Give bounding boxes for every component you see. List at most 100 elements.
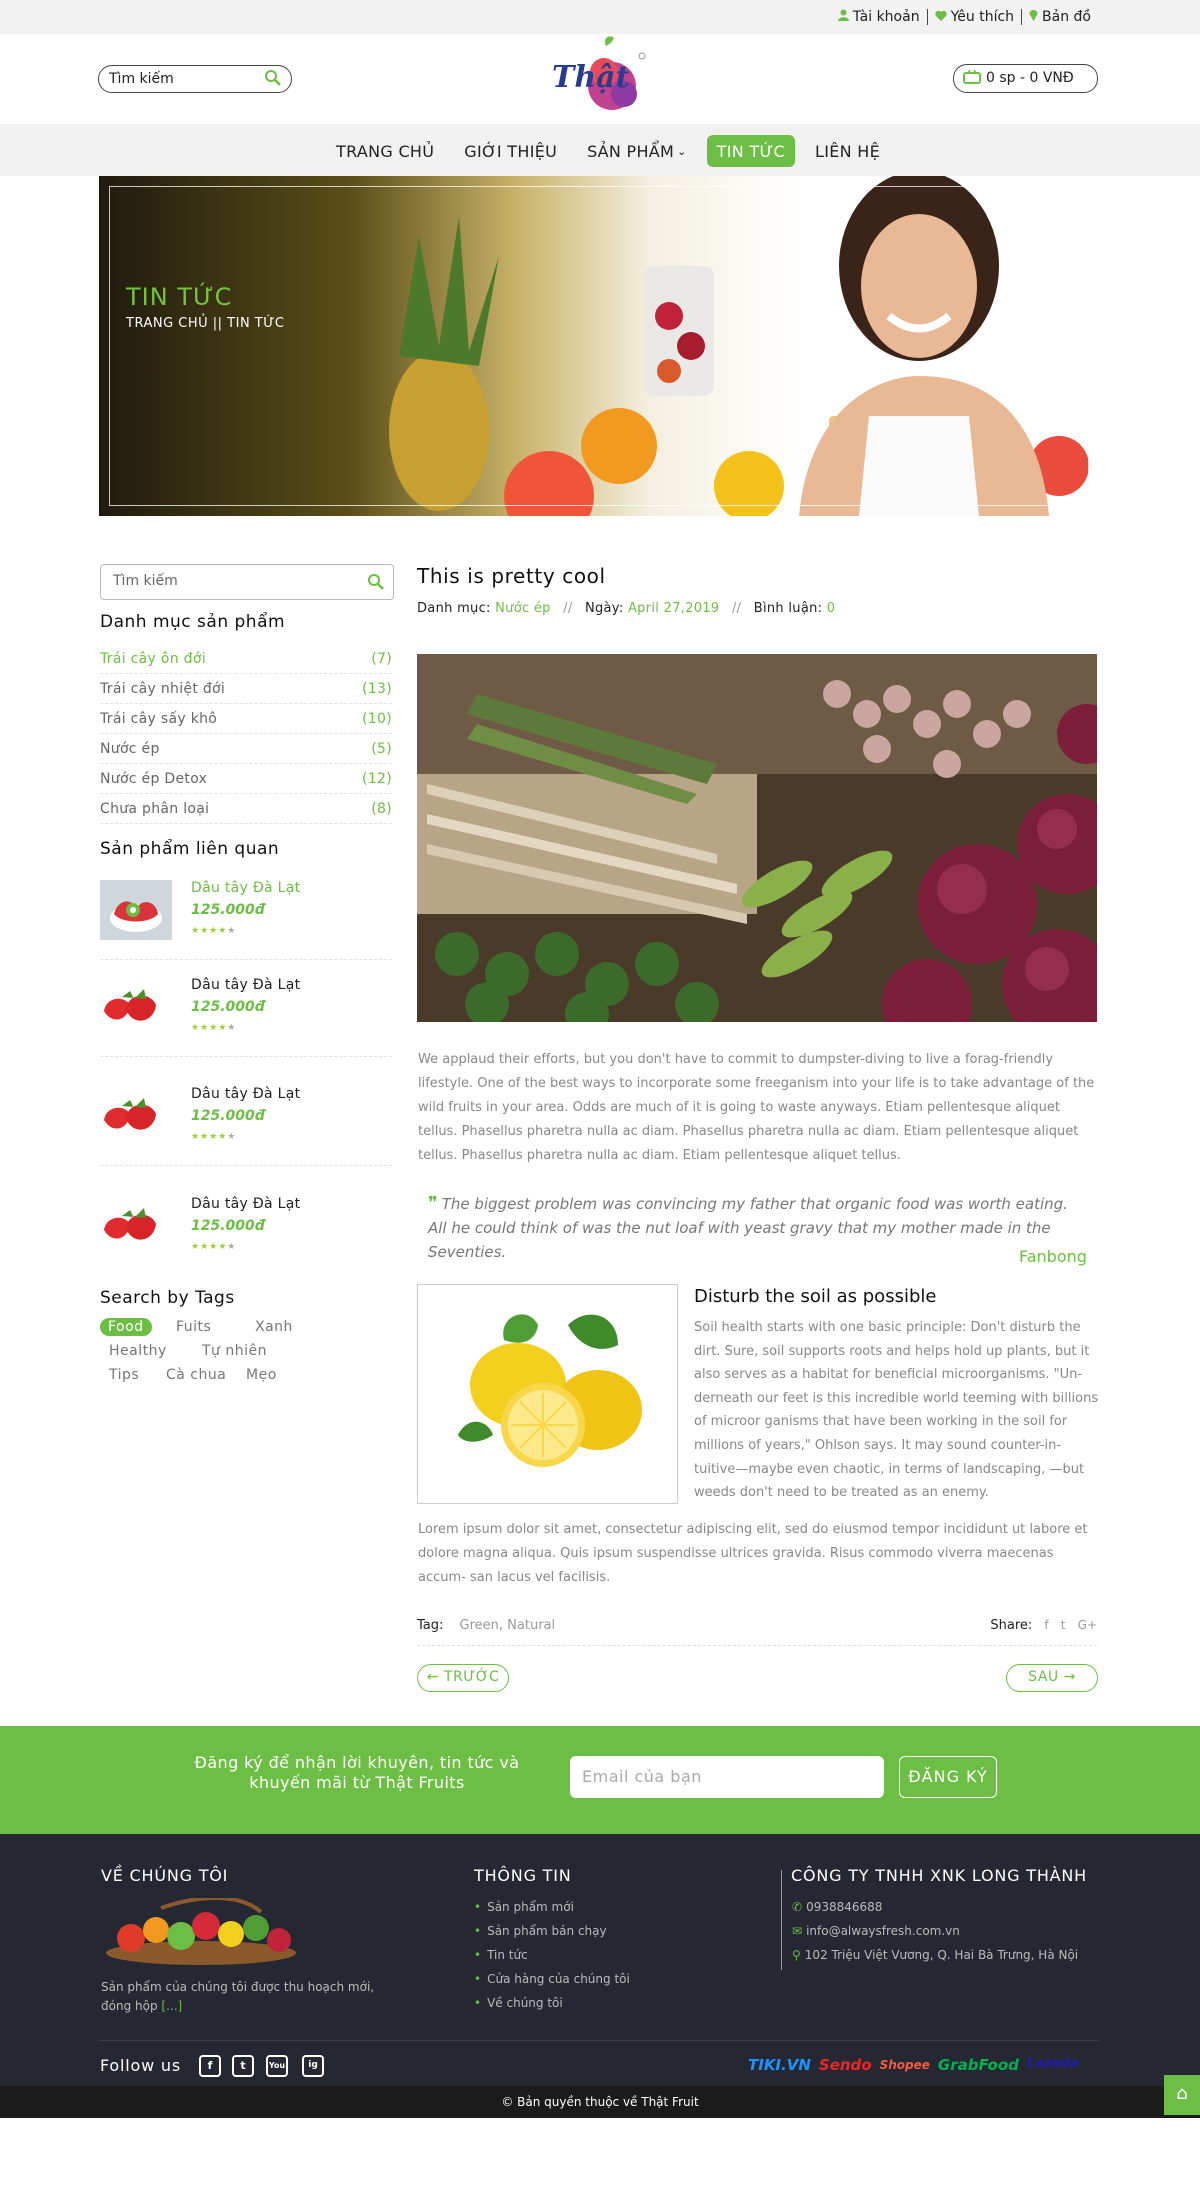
footer-about-text: Sản phẩm của chúng tôi được thu hoạch mớ…: [101, 1980, 375, 2013]
shopee-logo[interactable]: Shopee: [880, 2056, 930, 2074]
tag-item[interactable]: Healthy: [109, 1343, 167, 1359]
rating-stars: ★★★★★: [191, 1242, 237, 1252]
related-product[interactable]: Dâu tây Đà Lạt 125.000đ ★★★★★: [100, 880, 392, 960]
footer-food-image: [101, 1895, 301, 1968]
category-item[interactable]: Trái cây nhiệt đới (13): [100, 674, 392, 704]
google-plus-share-icon[interactable]: G+: [1078, 1618, 1097, 1632]
footer-link[interactable]: Về chúng tôi: [474, 1996, 630, 2020]
home-icon[interactable]: ⌂: [1164, 2075, 1200, 2115]
tag-item[interactable]: Tips: [109, 1367, 139, 1383]
header-search-input[interactable]: Tìm kiếm: [98, 65, 292, 93]
footer-email[interactable]: ✉ info@alwaysfresh.com.vn: [792, 1924, 1078, 1948]
article-paragraph: Lorem ipsum dolor sit amet, consectetur …: [418, 1522, 1088, 1585]
footer-company-title: CÔNG TY TNHH XNK LONG THÀNH: [791, 1866, 1087, 1885]
category-link[interactable]: Nước ép: [495, 601, 551, 616]
map-link[interactable]: Bản đồ: [1022, 9, 1098, 25]
nav-news[interactable]: TIN TỨC: [706, 135, 795, 167]
tiki-logo[interactable]: TIKI.VN: [748, 2056, 811, 2074]
footer-divider: [781, 1870, 782, 1970]
related-product[interactable]: Dâu tây Đà Lạt 125.000đ ★★★★★: [100, 1086, 392, 1166]
page-banner: TIN TỨC TRANG CHỦ || TIN TỨC: [99, 176, 1099, 516]
footer-info-title: THÔNG TIN: [474, 1866, 572, 1885]
nav-about[interactable]: GIỚI THIỆU: [454, 135, 567, 167]
quote-author: Fanbong: [1019, 1247, 1087, 1266]
map-pin-icon: ⚲: [792, 1948, 801, 1962]
lazada-logo[interactable]: Lazada: [1027, 2056, 1078, 2074]
tag-item[interactable]: Tự nhiên: [202, 1343, 267, 1359]
footer-separator: [99, 2040, 1099, 2041]
newsletter-submit-button[interactable]: ĐĂNG KÝ: [899, 1756, 997, 1798]
tag-item[interactable]: Fuits: [176, 1319, 211, 1335]
tag-item[interactable]: Cà chua: [166, 1367, 226, 1383]
article-quote: ❞ The biggest problem was convincing my f…: [428, 1193, 1068, 1261]
wishlist-link[interactable]: Yêu thích: [928, 9, 1023, 25]
share-bar: Share: f t G+: [990, 1618, 1097, 1633]
category-item[interactable]: Nước ép Detox (12): [100, 764, 392, 794]
cart-icon: [963, 69, 981, 89]
footer-link[interactable]: Sản phẩm mới: [474, 1900, 630, 1924]
category-item[interactable]: Trái cây sấy khô (10): [100, 704, 392, 734]
site-logo[interactable]: Thật: [548, 34, 654, 124]
sendo-logo[interactable]: Sendo: [819, 2056, 872, 2074]
related-product[interactable]: Dâu tây Đà Lạt 125.000đ ★★★★★: [100, 1196, 392, 1266]
breadcrumb[interactable]: TRANG CHỦ || TIN TỨC: [126, 316, 284, 331]
grabfood-logo[interactable]: GrabFood: [938, 2056, 1019, 2074]
next-post-button[interactable]: SAU →: [1006, 1664, 1098, 1692]
map-pin-icon: [1029, 9, 1038, 25]
footer-link[interactable]: Tin tức: [474, 1948, 630, 1972]
article-tag-links[interactable]: Green, Natural: [460, 1618, 556, 1633]
article-title: This is pretty cool: [417, 564, 606, 588]
category-item[interactable]: Nước ép (5): [100, 734, 392, 764]
logo-text: Thật: [552, 60, 630, 95]
top-bar: Tài khoản Yêu thích Bản đồ: [0, 0, 1200, 34]
tags-title: Search by Tags: [100, 1288, 235, 1308]
footer-link[interactable]: Cửa hàng của chúng tôi: [474, 1972, 630, 1996]
newsletter-section: Đăng ký để nhận lời khuyên, tin tức và k…: [0, 1726, 1200, 1834]
tag-item[interactable]: Food: [100, 1318, 152, 1336]
footer-about-title: VỀ CHÚNG TÔI: [101, 1866, 229, 1885]
twitter-share-icon[interactable]: t: [1061, 1618, 1066, 1632]
prev-post-button[interactable]: ← TRƯỚC: [417, 1664, 509, 1692]
twitter-icon[interactable]: t: [232, 2055, 254, 2077]
product-thumbnail[interactable]: [100, 880, 172, 940]
facebook-icon[interactable]: f: [199, 2055, 221, 2077]
tag-item[interactable]: Mẹo: [246, 1367, 277, 1383]
nav-products[interactable]: SẢN PHẨM ⌄: [577, 135, 697, 167]
instagram-icon[interactable]: ig: [302, 2055, 324, 2077]
footer-info-links: Sản phẩm mới Sản phẩm bán chạy Tin tức C…: [474, 1900, 630, 2020]
rating-stars: ★★★★★: [191, 1132, 237, 1142]
newsletter-email-input[interactable]: Email của bạn: [570, 1756, 884, 1798]
nav-home[interactable]: TRANG CHỦ: [326, 135, 444, 167]
account-link[interactable]: Tài khoản: [831, 9, 928, 25]
category-item[interactable]: Chưa phân loại (8): [100, 794, 392, 824]
chevron-down-icon: ⌄: [677, 144, 687, 158]
site-footer: VỀ CHÚNG TÔI Sản phẩm của chúng tôi được…: [0, 1834, 1200, 2086]
related-product[interactable]: Dâu tây Đà Lạt 125.000đ ★★★★★: [100, 977, 392, 1057]
product-thumbnail[interactable]: [100, 977, 172, 1037]
category-item[interactable]: Trái cây ôn đới (7): [100, 644, 392, 674]
footer-read-more[interactable]: [...]: [161, 1999, 182, 2013]
sidebar-search-input[interactable]: Tìm kiếm: [100, 564, 394, 600]
footer-phone[interactable]: ✆ 0938846688: [792, 1900, 1078, 1924]
article-paragraph: We applaud their efforts, but you don't …: [418, 1052, 1095, 1163]
footer-contact: ✆ 0938846688 ✉ info@alwaysfresh.com.vn ⚲ 10…: [792, 1900, 1078, 1972]
product-thumbnail[interactable]: [100, 1086, 172, 1146]
youtube-icon[interactable]: You: [266, 2055, 288, 2077]
article-image: [417, 654, 1097, 1022]
newsletter-text: Đăng ký để nhận lời khuyên, tin tức và k…: [194, 1753, 520, 1792]
main-nav: TRANG CHỦ GIỚI THIỆU SẢN PHẨM ⌄ TIN TỨC L…: [0, 124, 1200, 176]
article-subheading: Disturb the soil as possible: [694, 1286, 937, 1307]
user-icon: [837, 9, 849, 25]
facebook-share-icon[interactable]: f: [1044, 1618, 1048, 1632]
article-subtext: Soil health starts with one basic princi…: [694, 1320, 1099, 1501]
tag-cloud: Food Fuits Xanh Healthy Tự nhiên Tips Cà…: [100, 1318, 394, 1388]
nav-contact[interactable]: LIÊN HỆ: [805, 135, 890, 167]
search-icon[interactable]: [367, 573, 385, 595]
product-thumbnail[interactable]: [100, 1196, 172, 1256]
search-icon[interactable]: [264, 69, 282, 91]
cart-button[interactable]: 0 sp - 0 VNĐ: [953, 64, 1098, 93]
copyright-bar: © Bản quyền thuộc về Thật Fruit: [0, 2086, 1200, 2118]
article-meta: Danh mục: Nước ép // Ngày: April 27,2019…: [417, 601, 836, 616]
footer-link[interactable]: Sản phẩm bán chạy: [474, 1924, 630, 1948]
tag-item[interactable]: Xanh: [255, 1319, 293, 1335]
